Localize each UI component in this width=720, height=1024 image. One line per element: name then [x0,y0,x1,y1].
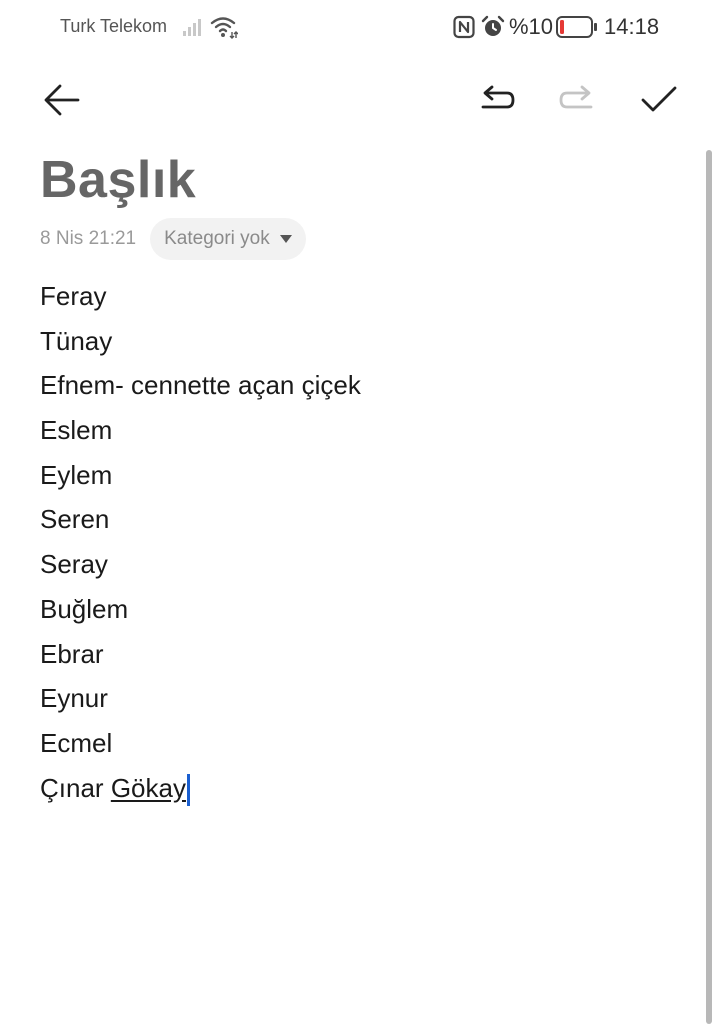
note-line: Seren [40,504,110,535]
note-line: Buğlem [40,593,129,624]
status-bar: Turk Telekom %10 14:18 [0,0,720,56]
editor-toolbar [0,72,720,132]
note-editor-screen: Turk Telekom %10 14:18 Başlık 8 Nis 21:2… [0,0,720,1024]
redo-button[interactable] [549,72,605,132]
category-label: Kategori yok [164,228,270,249]
carrier-name: Turk Telekom [60,16,168,36]
scrollbar[interactable] [706,150,712,1024]
note-line: Feray [40,281,107,311]
note-meta: 8 Nis 21:21 Kategori yok [40,218,306,260]
battery-percentage: %10 [509,14,554,39]
composing-word: Gökay [110,772,186,803]
note-line: Eslem [40,415,113,446]
note-line: Tünay [40,325,113,356]
back-arrow-icon [42,83,82,122]
battery-icon [556,16,598,38]
undo-icon [477,85,517,120]
note-line: Eynur [40,683,108,714]
note-title[interactable]: Başlık [40,150,196,210]
nfc-icon [453,15,475,39]
note-line: Ecmel [40,727,113,758]
note-line-active: Çınar Gökay [40,766,680,811]
wifi-icon [210,15,239,39]
done-button[interactable] [631,72,687,132]
note-line: Ebrar [40,638,104,669]
text-cursor [186,773,190,806]
note-date: 8 Nis 21:21 [40,228,137,249]
clock: 14:18 [604,14,660,39]
note-body-editor[interactable]: Feray Tünay Efnem- cennette açan çiçek E… [40,274,680,810]
note-line: Seray [40,549,108,580]
category-selector[interactable]: Kategori yok [150,218,306,260]
back-button[interactable] [34,72,90,132]
signal-icon [182,17,204,37]
undo-button[interactable] [469,72,525,132]
last-line-prefix: Çınar [40,772,111,803]
alarm-icon [481,15,505,39]
note-line: Eylem [40,459,113,490]
checkmark-icon [639,85,679,120]
note-line: Efnem- cennette açan çiçek [40,370,361,401]
redo-icon [557,85,597,120]
dropdown-arrow-icon [279,235,292,243]
